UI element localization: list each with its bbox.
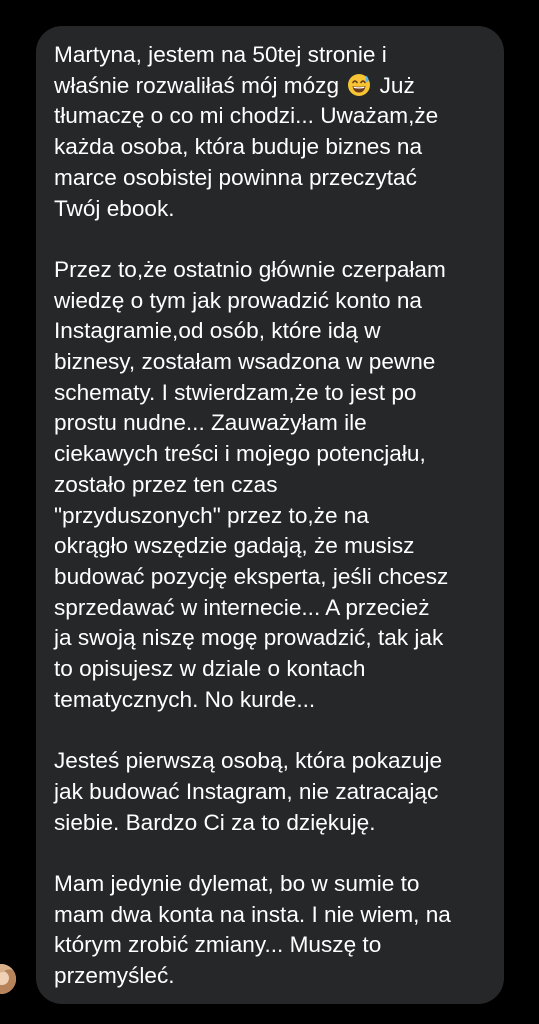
message-paragraph-4: Mam jedynie dylemat, bo w sumie to mam d… bbox=[54, 870, 451, 989]
message-paragraph-1: Martyna, jestem na 50tej stronie i właśn… bbox=[54, 40, 486, 224]
message-paragraph-3: Jesteś pierwszą osobą, która pokazuje ja… bbox=[54, 748, 443, 835]
avatar-photo-icon bbox=[0, 964, 16, 994]
grinning-face-with-sweat-icon bbox=[348, 73, 371, 96]
sender-avatar[interactable] bbox=[0, 964, 16, 994]
message-text: Martyna, jestem na 50tej stronie i właśn… bbox=[54, 42, 387, 98]
message-bubble[interactable]: Martyna, jestem na 50tej stronie i właśn… bbox=[36, 26, 504, 1004]
chat-screen: Martyna, jestem na 50tej stronie i właśn… bbox=[0, 0, 539, 1024]
message-paragraph-2: Przez to,że ostatnio głównie czerpałam w… bbox=[54, 256, 449, 712]
